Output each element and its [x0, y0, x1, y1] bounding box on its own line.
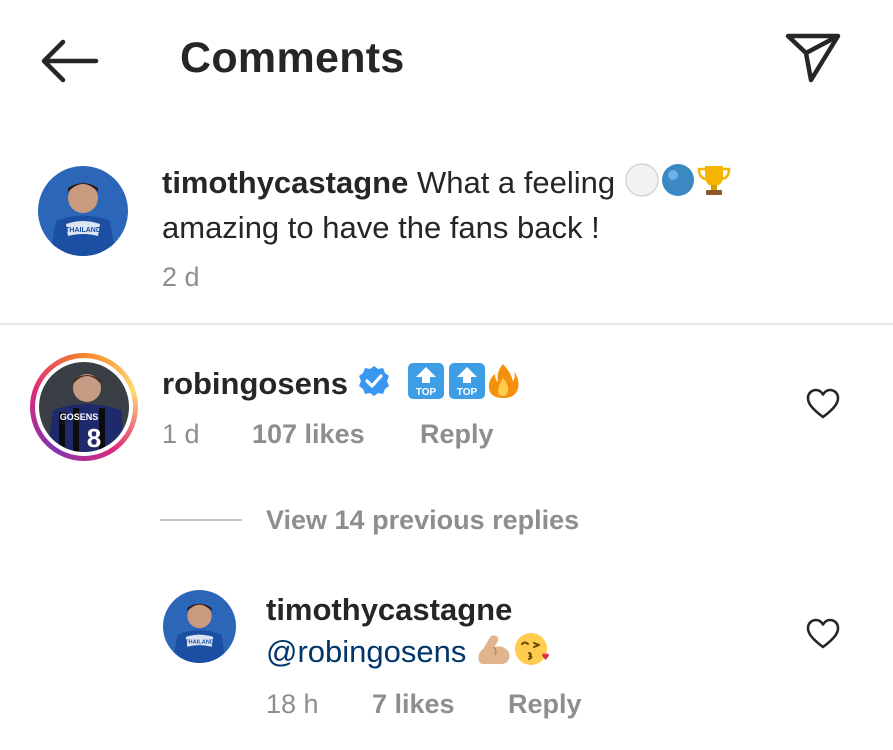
reply-time: 18 h: [266, 689, 319, 719]
comment-time: 1 d: [162, 419, 200, 449]
reply-username[interactable]: timothycastagne: [266, 592, 512, 627]
page-title: Comments: [180, 34, 405, 82]
paper-plane-icon: [785, 33, 841, 83]
jersey-number: 8: [87, 423, 101, 452]
caption-body: timothycastagne What a feeling amazing t…: [162, 162, 862, 248]
story-ring-avatar[interactable]: GOSENS 8: [30, 353, 138, 461]
blue-circle-emoji: [660, 162, 696, 208]
heart-icon: [806, 618, 840, 649]
like-button[interactable]: [806, 618, 840, 655]
replies-divider-line: [160, 519, 242, 521]
divider: [0, 323, 893, 325]
back-button[interactable]: [30, 36, 104, 86]
avatar[interactable]: THAILAND: [38, 166, 128, 256]
avatar[interactable]: THAILAND: [163, 590, 236, 663]
trophy-emoji: [696, 162, 732, 208]
like-button[interactable]: [806, 388, 840, 425]
flexed-biceps-emoji: [475, 631, 513, 677]
comment-body: robingosens TOP TOP: [162, 362, 762, 410]
comment-likes[interactable]: 107 likes: [252, 419, 365, 450]
reply-button[interactable]: Reply: [508, 689, 582, 720]
reply-button[interactable]: Reply: [420, 419, 494, 450]
share-button[interactable]: [782, 28, 844, 86]
caption-text-line2: amazing to have the fans back !: [162, 210, 600, 245]
reply-body: timothycastagne @robingosens: [266, 590, 766, 678]
caption-text-line1: What a feeling: [416, 165, 616, 201]
arrow-left-icon: [41, 39, 99, 83]
top-arrow-emoji: TOP: [407, 362, 445, 410]
top-label: TOP: [457, 387, 478, 398]
kissing-face-emoji: [513, 630, 551, 678]
view-previous-replies-button[interactable]: View 14 previous replies: [266, 505, 579, 536]
jersey-text: THAILAND: [185, 640, 214, 646]
verified-badge-icon: [357, 364, 391, 408]
top-arrow-emoji: TOP: [448, 362, 486, 410]
heart-icon: [806, 388, 840, 419]
caption-username[interactable]: timothycastagne: [162, 165, 408, 200]
white-circle-emoji: [624, 162, 660, 208]
avatar: GOSENS 8: [39, 362, 129, 452]
jersey-text: THAILAND: [65, 227, 101, 234]
top-label: TOP: [416, 387, 437, 398]
comment-username[interactable]: robingosens: [162, 366, 348, 401]
caption-time: 2 d: [162, 262, 200, 292]
jersey-name: GOSENS: [60, 412, 99, 422]
fire-emoji: [486, 362, 520, 410]
reply-likes[interactable]: 7 likes: [372, 689, 455, 720]
mention-link[interactable]: @robingosens: [266, 634, 466, 669]
